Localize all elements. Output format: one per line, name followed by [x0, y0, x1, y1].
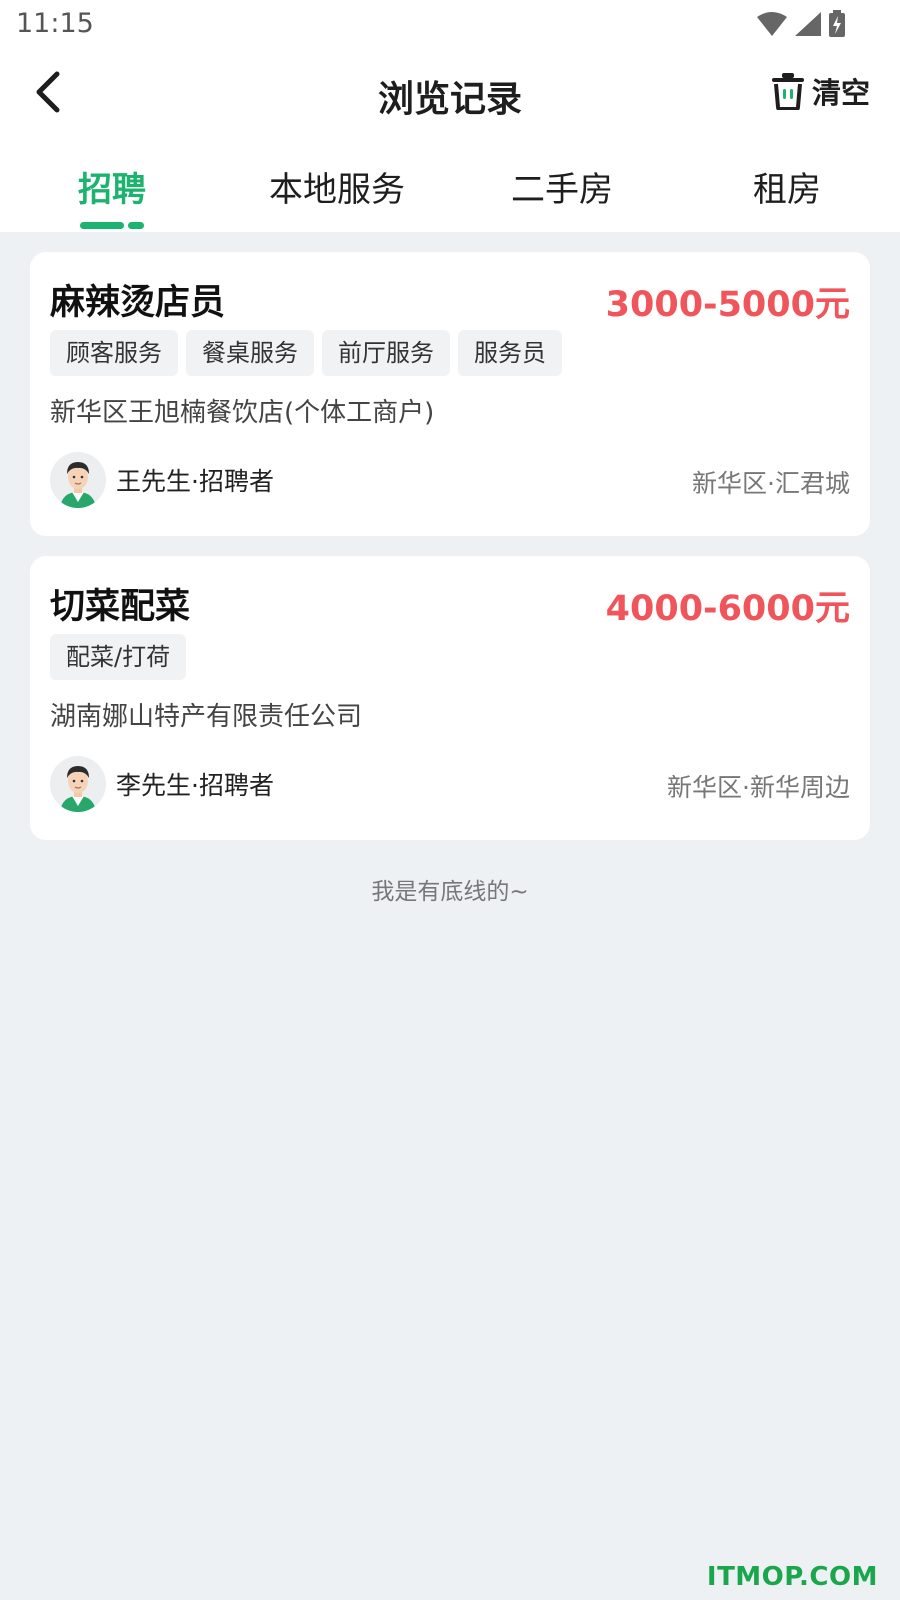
tag: 餐桌服务 [186, 330, 314, 376]
tab-rental[interactable]: 租房 [677, 162, 897, 211]
tab-label: 二手房 [511, 170, 613, 210]
company-name: 湖南娜山特产有限责任公司 [50, 702, 363, 732]
tag: 前厅服务 [322, 330, 450, 376]
wifi-icon [757, 12, 787, 36]
clear-button[interactable]: 清空 [770, 70, 870, 112]
tag-list: 配菜/打荷 [50, 634, 187, 680]
nav-bar: 浏览记录 清空 [0, 58, 900, 128]
tag: 服务员 [458, 330, 562, 376]
tab-local-services[interactable]: 本地服务 [227, 162, 447, 211]
tag-list: 顾客服务 餐桌服务 前厅服务 服务员 [50, 330, 562, 376]
end-of-list-note: 我是有底线的~ [371, 879, 529, 905]
trash-icon [771, 73, 804, 110]
job-title: 切菜配菜 [50, 587, 191, 627]
watermark: ITMOP.COM [706, 1562, 878, 1592]
job-title: 麻辣烫店员 [50, 283, 226, 323]
battery-icon [829, 10, 845, 37]
status-time: 11:15 [16, 8, 94, 39]
job-location: 新华区·新华周边 [667, 773, 850, 802]
status-icons [756, 10, 846, 38]
tab-label: 本地服务 [269, 170, 405, 210]
tab-second-hand-house[interactable]: 二手房 [452, 162, 672, 211]
recruiter-name: 王先生·招聘者 [116, 467, 274, 496]
tag: 顾客服务 [50, 330, 178, 376]
job-card[interactable]: 切菜配菜 4000-6000元 配菜/打荷 湖南娜山特产有限责任公司 李先生·招… [30, 556, 870, 840]
signal-icon [795, 12, 821, 36]
tab-label: 租房 [753, 170, 821, 210]
recruiter: 李先生·招聘者 [50, 756, 274, 812]
recruiter-name: 李先生·招聘者 [116, 771, 274, 800]
recruiter: 王先生·招聘者 [50, 452, 274, 508]
job-card[interactable]: 麻辣烫店员 3000-5000元 顾客服务 餐桌服务 前厅服务 服务员 新华区王… [30, 252, 870, 536]
clear-label: 清空 [811, 76, 870, 110]
salary: 3000-5000元 [605, 285, 850, 325]
job-location: 新华区·汇君城 [692, 469, 850, 498]
page-title: 浏览记录 [377, 79, 522, 120]
tab-recruitment[interactable]: 招聘 [2, 162, 222, 229]
header-area: 11:15 浏览记录 清空 招聘 本地服务 二手房 租房 [0, 0, 900, 232]
tab-bar: 招聘 本地服务 二手房 租房 [0, 150, 900, 230]
avatar [50, 756, 106, 812]
company-name: 新华区王旭楠餐饮店(个体工商户) [50, 398, 435, 428]
avatar [50, 452, 106, 508]
active-tab-indicator [80, 222, 144, 229]
tab-label: 招聘 [78, 170, 146, 210]
salary: 4000-6000元 [605, 589, 850, 629]
tag: 配菜/打荷 [50, 634, 187, 680]
status-bar: 11:15 [0, 0, 900, 50]
